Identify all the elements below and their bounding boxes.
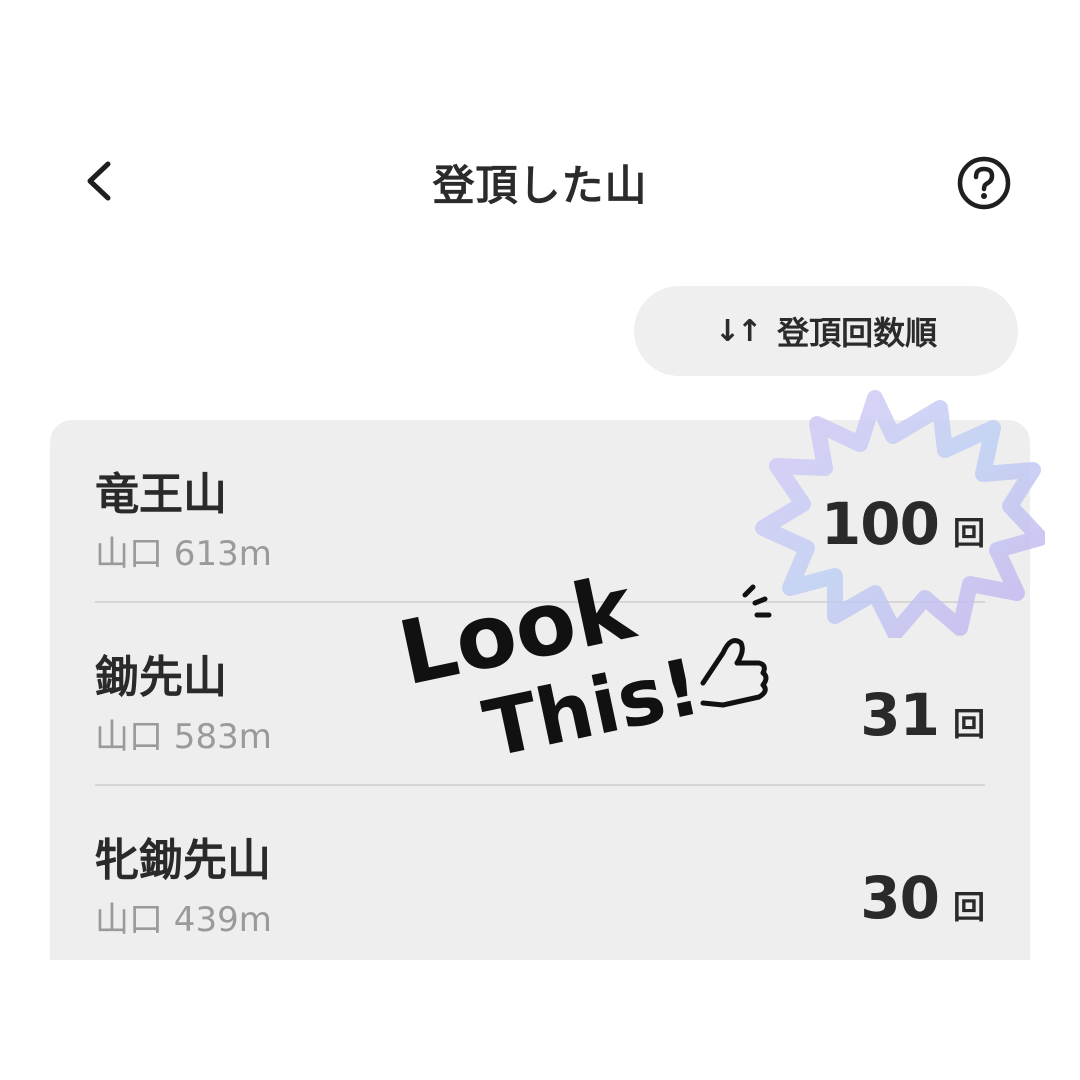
summit-count-unit: 回 <box>952 888 985 926</box>
list-item[interactable]: 牝鋤先山 山口 439m 30 回 <box>95 786 985 960</box>
summit-list: 竜王山 山口 613m 100 回 鋤先山 山口 583m 31 回 牝鋤先山 … <box>50 420 1030 960</box>
summit-count: 100 回 <box>821 490 985 558</box>
page-title: 登頂した山 <box>432 161 648 210</box>
mountain-name: 竜王山 <box>95 469 227 520</box>
mountain-name: 鋤先山 <box>95 652 227 703</box>
list-item[interactable]: 鋤先山 山口 583m 31 回 <box>95 603 985 786</box>
list-item[interactable]: 竜王山 山口 613m 100 回 <box>95 420 985 603</box>
mountain-location: 山口 583m <box>95 717 272 757</box>
summit-count-number: 30 <box>860 864 940 932</box>
sort-order-button[interactable]: ↓↑ 登頂回数順 <box>634 286 1018 376</box>
mountain-location: 山口 439m <box>95 900 272 940</box>
question-circle-icon <box>957 156 1011 210</box>
app-header: 登頂した山 <box>0 130 1080 230</box>
sort-arrows-icon: ↓↑ <box>714 313 762 349</box>
summit-count-unit: 回 <box>952 705 985 743</box>
summit-count: 31 回 <box>860 681 985 749</box>
mountain-location: 山口 613m <box>95 534 272 574</box>
summit-count-unit: 回 <box>952 514 985 552</box>
sort-label: 登頂回数順 <box>777 314 938 352</box>
summit-count: 30 回 <box>860 864 985 932</box>
mountain-name: 牝鋤先山 <box>95 835 271 886</box>
summit-count-number: 31 <box>860 681 940 749</box>
help-button[interactable] <box>955 154 1013 212</box>
summit-count-number: 100 <box>820 490 940 558</box>
